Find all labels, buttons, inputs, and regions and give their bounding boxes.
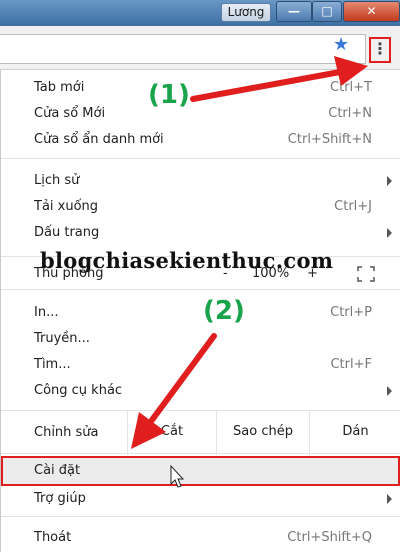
menu-item-downloads[interactable]: Tải xuống Ctrl+J	[1, 194, 400, 220]
menu-item-find[interactable]: Tìm... Ctrl+F	[1, 352, 400, 378]
menu-separator	[1, 158, 400, 159]
menu-item-shortcut: Ctrl+P	[330, 305, 372, 320]
menu-item-shortcut: Ctrl+T	[330, 80, 372, 95]
menu-item-shortcut: Ctrl+N	[328, 106, 372, 121]
menu-item-label: Thoát	[34, 530, 72, 545]
edit-row: Chỉnh sửa Cắt Sao chép Dán	[1, 410, 400, 455]
window-titlebar: Lương — □ ✕	[0, 0, 400, 26]
menu-item-history[interactable]: Lịch sử	[1, 168, 400, 194]
step-2-label: (2)	[203, 296, 245, 326]
menu-item-print[interactable]: In... Ctrl+P	[1, 300, 400, 326]
menu-item-label: Dấu trang	[34, 225, 100, 240]
menu-item-label: Tab mới	[34, 80, 85, 95]
submenu-arrow-icon	[387, 228, 392, 238]
star-icon[interactable]: ★	[333, 35, 349, 55]
menu-item-shortcut: Ctrl+F	[330, 357, 372, 372]
menu-item-label: Cửa sổ Mới	[34, 106, 106, 121]
menu-item-label: In...	[34, 305, 59, 320]
menu-item-new-tab[interactable]: Tab mới Ctrl+T	[1, 75, 400, 101]
menu-item-label: Cửa sổ ẩn danh mới	[34, 132, 164, 147]
menu-item-bookmarks[interactable]: Dấu trang	[1, 220, 400, 246]
submenu-arrow-icon	[387, 386, 392, 396]
browser-toolbar: ★ ⋮	[0, 26, 400, 70]
edit-label: Chỉnh sửa	[34, 425, 99, 440]
menu-item-label: Trợ giúp	[34, 491, 86, 506]
submenu-arrow-icon	[387, 176, 392, 186]
menu-item-label: Truyền...	[34, 331, 90, 346]
profile-button[interactable]: Lương	[221, 3, 271, 22]
menu-item-new-window[interactable]: Cửa sổ Mới Ctrl+N	[1, 101, 400, 127]
paste-button[interactable]: Dán	[309, 411, 400, 455]
menu-item-label: Tải xuống	[34, 199, 99, 214]
menu-item-shortcut: Ctrl+Shift+N	[287, 132, 372, 147]
copy-button[interactable]: Sao chép	[216, 411, 309, 455]
menu-item-label: Lịch sử	[34, 173, 80, 188]
chrome-main-menu: Tab mới Ctrl+T Cửa sổ Mới Ctrl+N Cửa sổ …	[0, 70, 400, 552]
menu-item-help[interactable]: Trợ giúp	[1, 486, 400, 512]
menu-item-cast[interactable]: Truyền...	[1, 326, 400, 352]
menu-item-label: Cài đặt	[34, 463, 81, 478]
menu-item-settings[interactable]: Cài đặt	[1, 456, 400, 486]
step-1-label: (1)	[148, 80, 190, 110]
menu-separator	[1, 516, 400, 517]
more-vertical-icon[interactable]: ⋮	[369, 37, 391, 63]
maximize-button[interactable]: □	[312, 1, 342, 22]
menu-item-label: Công cụ khác	[34, 383, 123, 398]
cut-button[interactable]: Cắt	[127, 411, 216, 455]
close-window-button[interactable]: ✕	[343, 1, 400, 22]
menu-item-shortcut: Ctrl+Shift+Q	[287, 530, 372, 545]
menu-item-shortcut: Ctrl+J	[334, 199, 372, 214]
menu-item-exit[interactable]: Thoát Ctrl+Shift+Q	[1, 525, 400, 551]
menu-item-incognito[interactable]: Cửa sổ ẩn danh mới Ctrl+Shift+N	[1, 127, 400, 153]
menu-item-more-tools[interactable]: Công cụ khác	[1, 378, 400, 404]
watermark-text: blogchiasekienthuc.com	[40, 248, 334, 273]
submenu-arrow-icon	[387, 494, 392, 504]
fullscreen-icon[interactable]	[357, 266, 375, 282]
menu-item-label: Tìm...	[34, 357, 71, 372]
address-bar[interactable]	[0, 34, 366, 64]
minimize-button[interactable]: —	[276, 1, 312, 22]
